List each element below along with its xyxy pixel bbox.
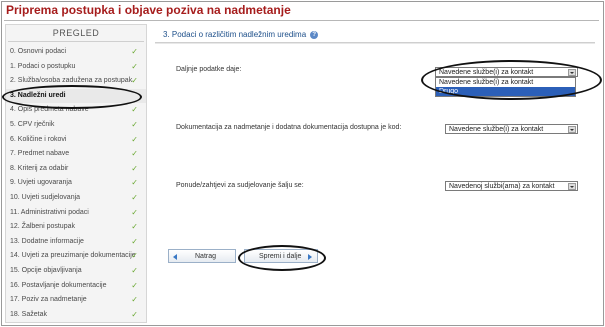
sidebar-item-label: 18. Sažetak (10, 310, 47, 318)
check-icon: ✓ (131, 105, 138, 115)
chevron-down-icon[interactable] (568, 126, 576, 133)
select-value: Navedenoj službi(ama) za kontakt (449, 183, 555, 190)
back-button-label: Natrag (195, 253, 217, 260)
select-ponude[interactable]: Navedenoj službi(ama) za kontakt (445, 181, 578, 191)
sidebar-item-label: 11. Administrativni podaci (10, 208, 89, 216)
check-icon: ✓ (131, 295, 138, 305)
sidebar-item-opcije-objavljivanja[interactable]: 15. Opcije objavljivanja ✓ (6, 264, 146, 279)
check-icon: ✓ (131, 61, 138, 71)
arrow-right-icon (308, 254, 312, 260)
sidebar-item-label: 1. Podaci o postupku (10, 62, 76, 70)
check-icon: ✓ (131, 76, 138, 86)
chevron-down-icon[interactable] (568, 183, 576, 190)
sidebar-item-uvjeti-za-preuzimanje[interactable]: 14. Uvjeti za preuzimanje dokumentacije ✓ (6, 249, 146, 264)
sidebar-item-sluzba-osoba[interactable]: 2. Služba/osoba zadužena za postupak ✓ (6, 74, 146, 89)
arrow-left-icon (173, 254, 177, 260)
check-icon: ✓ (131, 192, 138, 202)
check-icon: ✓ (131, 47, 138, 56)
sidebar-item-zalbeni-postupak[interactable]: 12. Žalbeni postupak ✓ (6, 220, 146, 235)
sidebar-item-label: 17. Poziv za nadmetanje (10, 296, 87, 304)
sidebar-item-label: 7. Predmet nabave (10, 150, 70, 158)
field-label-daljnje-podatke: Daljnje podatke daje: (176, 66, 242, 73)
sidebar-item-label: 9. Uvjeti ugovaranja (10, 179, 72, 187)
check-icon: ✓ (131, 236, 138, 246)
sidebar-item-label: 8. Kriterij za odabir (10, 164, 69, 172)
dropdown-option[interactable]: Navedene službe(i) za kontakt (436, 78, 575, 87)
section-heading: 3. Podaci o različitim nadležnim uredima… (163, 30, 319, 39)
check-icon: ✓ (131, 309, 138, 319)
sidebar-item-label: 10. Uvjeti sudjelovanja (10, 193, 81, 201)
sidebar-item-label: 5. CPV rječnik (10, 120, 55, 128)
page-title: Priprema postupka i objave poziva na nad… (6, 3, 291, 17)
section-divider-shadow (155, 43, 595, 44)
chevron-down-icon[interactable] (568, 69, 576, 76)
save-and-next-button[interactable]: Spremi i dalje (244, 249, 318, 263)
sidebar-heading: PREGLED (52, 28, 100, 38)
dropdown-list[interactable]: Navedene službe(i) za kontakt Drugo (435, 77, 576, 97)
sidebar-item-kriterij-za-odabir[interactable]: 8. Kriterij za odabir ✓ (6, 162, 146, 177)
sidebar-item-uvjeti-ugovaranja[interactable]: 9. Uvjeti ugovaranja ✓ (6, 176, 146, 191)
sidebar-item-label: 15. Opcije objavljivanja (10, 266, 82, 274)
sidebar-item-predmet-nabave[interactable]: 7. Predmet nabave ✓ (6, 147, 146, 162)
help-icon[interactable]: ? (310, 30, 319, 39)
sidebar-item-poziv-za-nadmetanje[interactable]: 17. Poziv za nadmetanje ✓ (6, 293, 146, 308)
sidebar-item-label: 3. Nadležni uredi (10, 91, 66, 99)
sidebar-item-osnovni-podaci[interactable]: 0. Osnovni podaci ✓ (6, 45, 146, 60)
check-icon: ✓ (131, 134, 138, 144)
sidebar-item-postavljanje-dokumentacije[interactable]: 16. Postavljanje dokumentacije ✓ (6, 279, 146, 294)
field-label-dokumentacija: Dokumentacija za nadmetanje i dodatna do… (176, 124, 402, 131)
sidebar-item-podaci-o-postupku[interactable]: 1. Podaci o postupku ✓ (6, 60, 146, 75)
sidebar-item-label: 13. Dodatne informacije (10, 237, 84, 245)
sidebar-item-dodatne-informacije[interactable]: 13. Dodatne informacije ✓ (6, 235, 146, 250)
sidebar-item-label: 16. Postavljanje dokumentacije (10, 281, 107, 289)
check-icon: ✓ (131, 178, 138, 188)
select-daljnje-podatke[interactable]: Navedene službe(i) za kontakt (435, 67, 578, 77)
sidebar-item-uvjeti-sudjelovanja[interactable]: 10. Uvjeti sudjelovanja ✓ (6, 191, 146, 206)
select-value: Navedene službe(i) za kontakt (449, 126, 544, 133)
sidebar-item-sazetak[interactable]: 18. Sažetak ✓ (6, 308, 146, 323)
button-bar: Natrag Spremi i dalje (168, 249, 320, 265)
select-value: Navedene službe(i) za kontakt (439, 69, 534, 76)
sidebar-item-label: 2. Služba/osoba zadužena za postupak (10, 77, 133, 85)
check-icon: ✓ (131, 251, 138, 261)
field-label-ponude: Ponude/zahtjevi za sudjelovanje šalju se… (176, 182, 304, 189)
sidebar-divider (8, 41, 144, 42)
check-icon: ✓ (131, 119, 138, 129)
back-button[interactable]: Natrag (168, 249, 236, 263)
sidebar-item-label: 0. Osnovni podaci (10, 48, 67, 55)
sidebar-item-label: 4. Opis predmeta nabave (10, 106, 89, 114)
check-icon: ✓ (131, 265, 138, 275)
select-dokumentacija[interactable]: Navedene službe(i) za kontakt (445, 124, 578, 134)
check-icon: ✓ (131, 149, 138, 159)
overview-sidebar: PREGLED 0. Osnovni podaci ✓ 1. Podaci o p… (5, 24, 147, 323)
sidebar-item-label: 12. Žalbeni postupak (10, 223, 75, 231)
save-and-next-label: Spremi i dalje (259, 253, 302, 260)
sidebar-item-label: 6. Količine i rokovi (10, 135, 67, 143)
section-heading-text: 3. Podaci o različitim nadležnim uredima (163, 30, 307, 39)
sidebar-item-cpv-rjecnik[interactable]: 5. CPV rječnik ✓ (6, 118, 146, 133)
check-icon: ✓ (131, 222, 138, 232)
check-icon: ✓ (131, 163, 138, 173)
sidebar-item-administrativni-podaci[interactable]: 11. Administrativni podaci ✓ (6, 206, 146, 221)
sidebar-item-label: 14. Uvjeti za preuzimanje dokumentacije (10, 252, 136, 260)
sidebar-item-kolicine-i-rokovi[interactable]: 6. Količine i rokovi ✓ (6, 133, 146, 148)
sidebar-item-opis-predmeta-nabave[interactable]: 4. Opis predmeta nabave ✓ (6, 103, 146, 118)
check-icon: ✓ (131, 280, 138, 290)
sidebar-nav: 0. Osnovni podaci ✓ 1. Podaci o postupku ✓… (6, 45, 146, 322)
check-icon: ✓ (131, 207, 138, 217)
title-divider (4, 20, 599, 21)
dropdown-option-selected[interactable]: Drugo (436, 87, 575, 96)
sidebar-item-nadlezni-uredi[interactable]: 3. Nadležni uredi (6, 88, 146, 104)
